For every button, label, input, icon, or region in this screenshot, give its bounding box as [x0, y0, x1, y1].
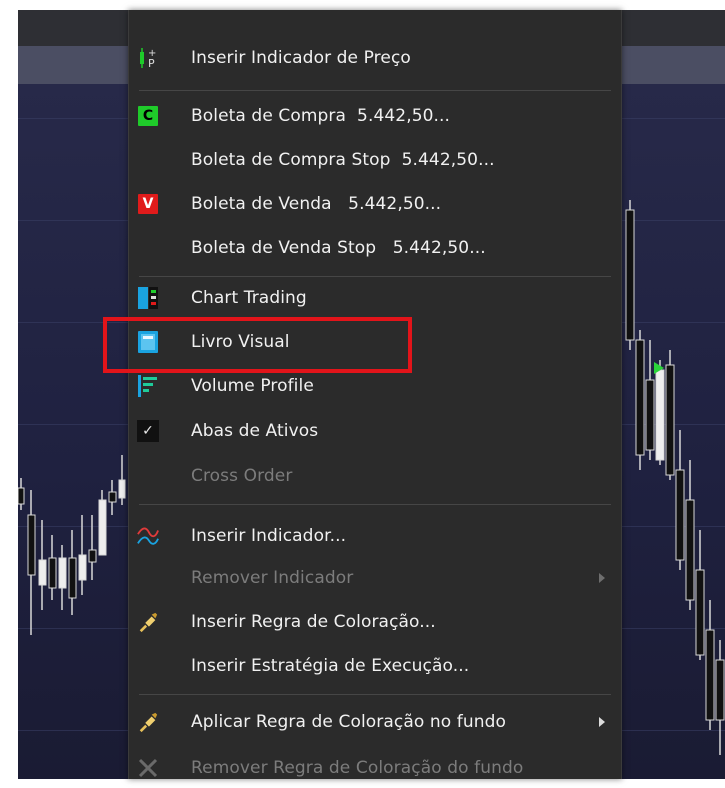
- menu-separator: [139, 694, 611, 695]
- menu-separator: [139, 90, 611, 91]
- paint-brush-icon: [137, 611, 159, 633]
- buy-order-c-icon: C: [137, 105, 159, 127]
- candle-body: [635, 339, 645, 456]
- menu-item-insert-indicator[interactable]: Inserir Indicador...: [129, 516, 621, 556]
- menu-item-label: Aplicar Regra de Coloração no fundo: [191, 712, 506, 732]
- candle-body: [645, 379, 655, 451]
- menu-item-label: Boleta de Compra Stop 5.442,50...: [191, 150, 495, 170]
- menu-item-label: Boleta de Venda 5.442,50...: [191, 194, 442, 214]
- menu-item-remove-indicator[interactable]: Remover Indicador: [129, 558, 621, 598]
- menu-item-label: Volume Profile: [191, 376, 314, 396]
- menu-separator: [139, 504, 611, 505]
- menu-item-label: Remover Regra de Coloração do fundo: [191, 758, 524, 778]
- menu-item-cross-order[interactable]: Cross Order: [129, 456, 621, 496]
- candle-body: [705, 629, 715, 721]
- candle-body: [685, 499, 695, 601]
- candle-body: [675, 469, 685, 561]
- menu-item-label: Remover Indicador: [191, 568, 354, 588]
- candle-body: [58, 557, 67, 589]
- menu-item-label: Abas de Ativos: [191, 421, 319, 441]
- candle-body: [18, 487, 25, 505]
- volume-profile-icon: [137, 375, 159, 397]
- menu-item-label: Boleta de Compra 5.442,50...: [191, 106, 451, 126]
- menu-item-buy-order[interactable]: C Boleta de Compra 5.442,50...: [129, 96, 621, 136]
- menu-item-chart-trading[interactable]: Chart Trading: [129, 278, 621, 318]
- menu-item-asset-tabs[interactable]: ✓ Abas de Ativos: [129, 411, 621, 451]
- price-indicator-icon: + P: [137, 47, 159, 70]
- candle-body: [108, 491, 117, 503]
- candle-body: [98, 499, 107, 556]
- paint-brush-icon: [137, 711, 159, 733]
- menu-item-insert-execution-strategy[interactable]: Inserir Estratégia de Execução...: [129, 646, 621, 686]
- candle-body: [68, 557, 77, 599]
- candle-body: [695, 569, 705, 656]
- sell-order-v-icon: V: [137, 193, 159, 215]
- candle-body: [118, 479, 126, 499]
- checkmark-icon: ✓: [137, 420, 159, 442]
- candle-body: [78, 554, 87, 581]
- menu-item-label: Cross Order: [191, 466, 293, 486]
- menu-item-label: Chart Trading: [191, 288, 307, 308]
- highlight-box: [103, 317, 412, 373]
- context-menu: + P Inserir Indicador de Preço C Boleta …: [128, 10, 622, 779]
- submenu-arrow-icon: [599, 573, 605, 583]
- menu-separator: [139, 276, 611, 277]
- menu-item-apply-background-coloring[interactable]: Aplicar Regra de Coloração no fundo: [129, 702, 621, 742]
- menu-item-label: Inserir Estratégia de Execução...: [191, 656, 470, 676]
- indicator-lines-icon: [137, 525, 159, 547]
- candle-body: [38, 559, 47, 586]
- candle-body: [27, 514, 36, 576]
- submenu-arrow-icon: [599, 717, 605, 727]
- menu-item-insert-coloring-rule[interactable]: Inserir Regra de Coloração...: [129, 602, 621, 642]
- menu-item-sell-stop-order[interactable]: Boleta de Venda Stop 5.442,50...: [129, 228, 621, 268]
- candle-body: [48, 557, 57, 589]
- menu-item-sell-order[interactable]: V Boleta de Venda 5.442,50...: [129, 184, 621, 224]
- candle-body: [88, 549, 97, 563]
- chart-trading-icon: [137, 287, 159, 309]
- menu-item-label: Inserir Indicador...: [191, 526, 347, 546]
- candle-body: [655, 369, 665, 461]
- menu-item-label: Boleta de Venda Stop 5.442,50...: [191, 238, 486, 258]
- candle-body: [715, 659, 725, 721]
- candle-body: [665, 364, 675, 476]
- menu-item-buy-stop-order[interactable]: Boleta de Compra Stop 5.442,50...: [129, 140, 621, 180]
- menu-item-label: Inserir Regra de Coloração...: [191, 612, 436, 632]
- remove-x-icon: [137, 757, 159, 779]
- menu-item-label: Inserir Indicador de Preço: [191, 48, 411, 68]
- candle-body: [625, 209, 635, 341]
- menu-item-remove-background-coloring[interactable]: Remover Regra de Coloração do fundo: [129, 748, 621, 788]
- menu-item-insert-price-indicator[interactable]: + P Inserir Indicador de Preço: [129, 38, 621, 78]
- svg-text:P: P: [148, 57, 155, 70]
